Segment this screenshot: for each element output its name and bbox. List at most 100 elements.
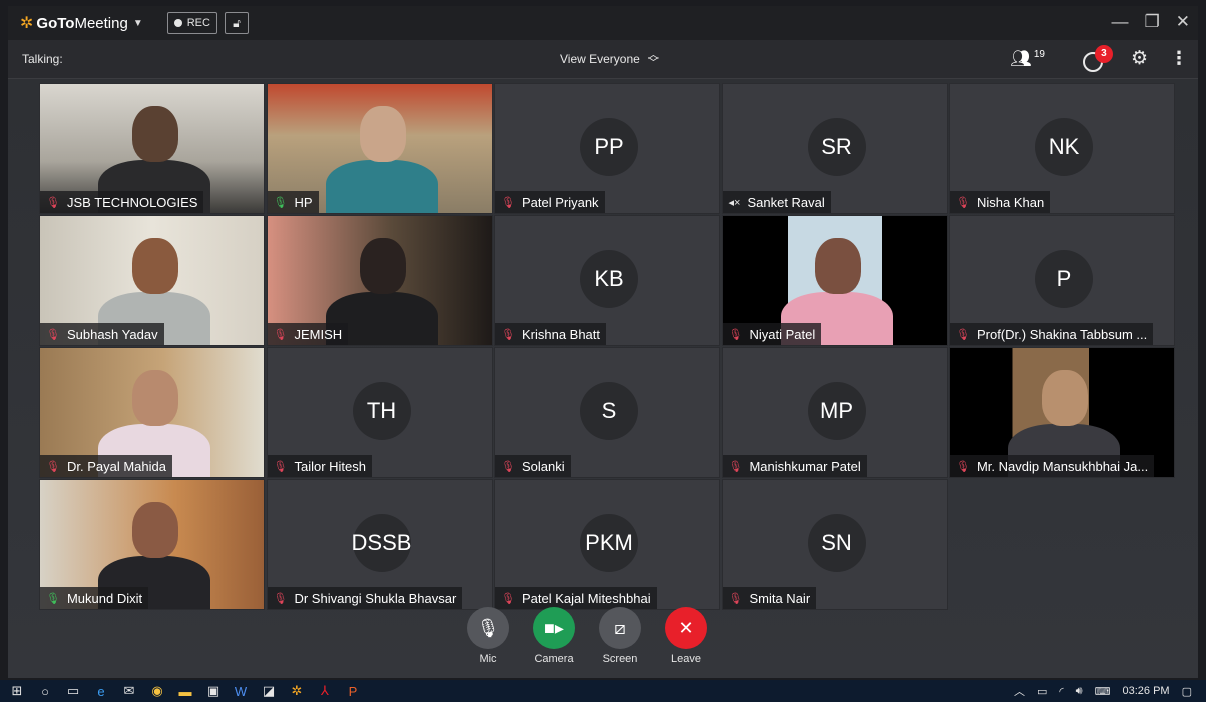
minimize-icon[interactable]: — [1112, 12, 1129, 32]
screen-control[interactable]: ⧄ Screen [598, 607, 642, 665]
mail-icon[interactable]: ✉ [118, 683, 140, 699]
attendees-button[interactable]: 👥︎ 19 [1010, 49, 1045, 69]
app-brand[interactable]: ✲ GoTo Meeting ▼ [20, 13, 143, 33]
brand-thin-text: Meeting [74, 14, 128, 32]
camera-icon[interactable]: ■▸ [533, 607, 575, 649]
participant-name-tag: 🎙︎ Smita Nair [722, 587, 817, 609]
participant-tile[interactable]: 🎙︎ Mr. Navdip Mansukhbhai Ja... [949, 347, 1175, 478]
mic-muted-icon: 🎙︎ [501, 328, 515, 341]
search-circle-icon[interactable]: ○ [34, 684, 56, 699]
muted-mic-icon[interactable]: 🎙︎ [467, 607, 509, 649]
participant-avatar: DSSB [352, 514, 411, 572]
participant-avatar: TH [352, 382, 411, 440]
participant-tile[interactable]: SN 🎙︎ Smita Nair [721, 479, 948, 610]
participant-tile[interactable]: 🎙︎ Niyati Patel [721, 215, 948, 346]
participant-name: Prof(Dr.) Shakina Tabbsum ... [976, 326, 1148, 342]
camera-control[interactable]: ■▸ Camera [532, 607, 576, 665]
participant-tile[interactable]: 🎙︎ Dr. Payal Mahida [39, 347, 265, 478]
gear-icon[interactable]: ⚙ [1131, 47, 1148, 70]
participant-tile[interactable]: 🎙︎ JEMISH [266, 215, 493, 346]
participant-tile[interactable]: MP 🎙︎ Manishkumar Patel [721, 347, 948, 478]
record-dot-icon [173, 19, 182, 27]
mic-on-icon: 🎙︎ [273, 196, 288, 209]
participant-tile[interactable]: 🎙︎ Subhash Yadav [39, 215, 265, 346]
participant-name: JSB TECHNOLOGIES [66, 194, 198, 210]
participant-avatar: PP [580, 118, 638, 176]
mic-muted-icon: 🎙︎ [46, 328, 60, 341]
participant-avatar: S [580, 382, 638, 440]
volume-icon[interactable]: 🔊︎ [1076, 685, 1083, 698]
lock-meeting-button[interactable]: 🔓︎ [224, 12, 249, 34]
chevron-down-icon[interactable]: ▼ [133, 18, 143, 29]
mic-muted-icon: 🎙︎ [273, 592, 288, 605]
participant-tile[interactable]: 🎙︎ JSB TECHNOLOGIES [39, 83, 265, 214]
speaker-muted-icon: ◂× [728, 196, 741, 209]
gotomeeting-taskbar-icon[interactable]: ✲ [286, 683, 308, 699]
leave-control[interactable]: ✕ Leave [664, 607, 708, 665]
mic-label: Mic [479, 653, 497, 665]
participant-name-tag: 🎙︎ Tailor Hitesh [267, 455, 372, 477]
participant-name: Smita Nair [749, 590, 811, 606]
participant-tile[interactable]: TH 🎙︎ Tailor Hitesh [266, 347, 493, 478]
store-icon[interactable]: ▣ [202, 683, 224, 699]
leave-x-icon[interactable]: ✕ [665, 607, 707, 649]
participant-name-tag: 🎙︎ Mr. Navdip Mansukhbhai Ja... [950, 455, 1155, 477]
mic-muted-icon: 🎙︎ [46, 460, 60, 473]
chat-unread-badge: 3 [1094, 44, 1113, 63]
participant-tile[interactable]: PP 🎙︎ Patel Priyank [494, 83, 720, 214]
screen-label: Screen [602, 653, 638, 665]
powerpoint-icon[interactable]: P [342, 684, 364, 699]
restore-icon[interactable]: ❐ [1145, 12, 1160, 32]
participant-tile[interactable]: P 🎙︎ Prof(Dr.) Shakina Tabbsum ... [949, 215, 1175, 346]
mic-muted-icon: 🎙︎ [956, 196, 970, 209]
acrobat-icon[interactable]: ⅄ [314, 683, 336, 699]
more-options-icon[interactable]: ⋮ [1170, 48, 1188, 69]
participant-tile[interactable]: DSSB 🎙︎ Dr Shivangi Shukla Bhavsar [266, 479, 493, 610]
record-button[interactable]: REC [166, 12, 217, 34]
windows-start-icon[interactable]: ⊞ [6, 683, 28, 699]
participant-name-tag: 🎙︎ Dr. Payal Mahida [40, 455, 172, 477]
word-icon[interactable]: W [230, 684, 252, 699]
sticky-notes-icon[interactable]: ◪ [258, 683, 280, 699]
gotomeeting-logo-icon: ✲ [20, 15, 34, 32]
network-icon[interactable]: ◜ [1059, 685, 1063, 698]
participant-tile[interactable]: S 🎙︎ Solanki [494, 347, 720, 478]
record-label: REC [186, 17, 210, 29]
edge-icon[interactable]: e [90, 684, 112, 699]
participant-name: Mukund Dixit [66, 590, 143, 606]
participant-avatar: KB [580, 250, 638, 308]
mic-muted-icon: 🎙︎ [46, 196, 60, 209]
participant-tile[interactable]: 🎙︎ Mukund Dixit [39, 479, 265, 610]
participant-avatar: PKM [580, 514, 638, 572]
keyboard-icon[interactable]: ⌨ [1095, 685, 1111, 698]
participant-name-tag: 🎙︎ Manishkumar Patel [722, 455, 867, 477]
participant-tile[interactable]: PKM 🎙︎ Patel Kajal Miteshbhai [494, 479, 720, 610]
participant-head [814, 238, 861, 294]
people-icon: 👥︎ [1010, 48, 1032, 68]
view-label: View Everyone [560, 52, 640, 66]
chrome-icon[interactable]: ◉ [146, 683, 168, 699]
mic-control[interactable]: 🎙︎ Mic [466, 607, 510, 665]
file-explorer-icon[interactable]: ▬ [174, 684, 196, 699]
task-view-icon[interactable]: ▭ [62, 683, 84, 699]
participant-tile[interactable]: SR ◂× Sanket Raval [721, 83, 948, 214]
screen-share-off-icon[interactable]: ⧄ [599, 607, 641, 649]
clock[interactable]: 03:26 PM [1123, 685, 1170, 697]
chat-button[interactable]: 3 [1082, 44, 1113, 72]
chevron-up-icon[interactable]: ︿ [1014, 683, 1025, 699]
mic-muted-icon: 🎙︎ [956, 460, 970, 473]
participant-name: Solanki [521, 458, 565, 474]
notification-icon[interactable]: ▢ [1182, 685, 1192, 698]
windows-taskbar: ⊞ ○ ▭ e ✉ ◉ ▬ ▣ W ◪ ✲ ⅄ P ︿ ▭ ◜ 🔊︎ ⌨ 03:… [0, 680, 1206, 702]
participant-tile[interactable]: 🎙︎ HP [266, 83, 493, 214]
participant-tile[interactable]: NK 🎙︎ Nisha Khan [949, 83, 1175, 214]
participant-tile[interactable]: KB 🎙︎ Krishna Bhatt [494, 215, 720, 346]
participant-avatar: SN [807, 514, 866, 572]
talking-indicator: Talking: [22, 52, 63, 66]
participant-name: Patel Priyank [521, 194, 599, 210]
view-selector[interactable]: View Everyone ︿ ﹀ [560, 50, 659, 69]
participant-name-tag: 🎙︎ JEMISH [267, 323, 349, 345]
battery-icon[interactable]: ▭ [1037, 685, 1047, 698]
close-icon[interactable]: ✕ [1176, 12, 1190, 32]
participant-name: Mr. Navdip Mansukhbhai Ja... [976, 458, 1149, 474]
